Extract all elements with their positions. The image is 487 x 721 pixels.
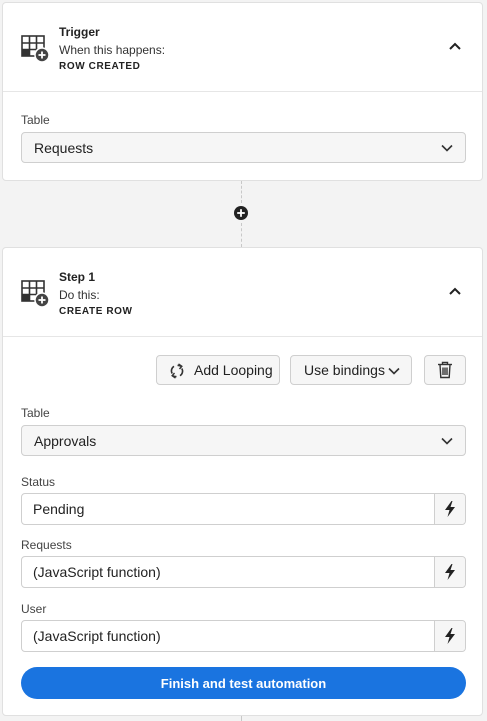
- lightning-icon: [445, 628, 455, 644]
- requests-input[interactable]: [22, 557, 435, 587]
- chevron-down-icon: [441, 144, 453, 152]
- step1-card: Step 1 Do this: CREATE ROW Add Looping U…: [2, 247, 483, 716]
- status-field: [21, 493, 466, 525]
- step1-table-label: Table: [21, 406, 50, 420]
- step1-header[interactable]: Step 1 Do this: CREATE ROW: [3, 248, 482, 337]
- table-add-icon: [21, 280, 50, 308]
- requests-field: [21, 556, 466, 588]
- trigger-title: Trigger: [59, 25, 100, 39]
- chevron-down-icon: [388, 367, 400, 375]
- finish-and-test-button[interactable]: Finish and test automation: [21, 667, 466, 699]
- connector-line-bottom: [241, 223, 242, 247]
- user-bindings-button[interactable]: [434, 621, 465, 651]
- trigger-header[interactable]: Trigger When this happens: ROW CREATED: [3, 3, 482, 92]
- step1-action: CREATE ROW: [59, 306, 133, 317]
- trigger-table-value: Requests: [34, 140, 94, 156]
- step1-table-value: Approvals: [34, 433, 97, 449]
- delete-step-button[interactable]: [424, 355, 466, 385]
- add-looping-label: Add Looping: [194, 362, 273, 378]
- status-input[interactable]: [22, 494, 435, 524]
- use-bindings-dropdown[interactable]: Use bindings: [290, 355, 412, 385]
- requests-label: Requests: [21, 538, 72, 552]
- user-input[interactable]: [22, 621, 435, 651]
- connector-line-end: [241, 716, 242, 721]
- user-label: User: [21, 602, 47, 616]
- step1-title: Step 1: [59, 270, 96, 284]
- table-add-icon: [21, 35, 50, 63]
- status-bindings-button[interactable]: [434, 494, 465, 524]
- trigger-subtitle: When this happens:: [59, 43, 166, 57]
- use-bindings-label: Use bindings: [304, 362, 385, 378]
- chevron-down-icon: [441, 437, 453, 445]
- add-looping-button[interactable]: Add Looping: [156, 355, 280, 385]
- user-field: [21, 620, 466, 652]
- trigger-table-select[interactable]: Requests: [21, 132, 466, 163]
- connector-line-top: [241, 181, 242, 203]
- trigger-card: Trigger When this happens: ROW CREATED T…: [2, 2, 483, 181]
- trash-icon: [438, 361, 452, 379]
- chevron-up-icon[interactable]: [448, 39, 462, 53]
- requests-bindings-button[interactable]: [434, 557, 465, 587]
- step1-table-select[interactable]: Approvals: [21, 425, 466, 456]
- chevron-up-icon[interactable]: [448, 284, 462, 298]
- loop-icon: [170, 363, 184, 379]
- trigger-table-label: Table: [21, 113, 50, 127]
- plus-circle-icon[interactable]: [234, 206, 248, 220]
- lightning-icon: [445, 501, 455, 517]
- trigger-action: ROW CREATED: [59, 61, 141, 72]
- step1-body: Add Looping Use bindings Table Approvals…: [3, 338, 482, 715]
- lightning-icon: [445, 564, 455, 580]
- step1-subtitle: Do this:: [59, 288, 100, 302]
- status-label: Status: [21, 475, 56, 489]
